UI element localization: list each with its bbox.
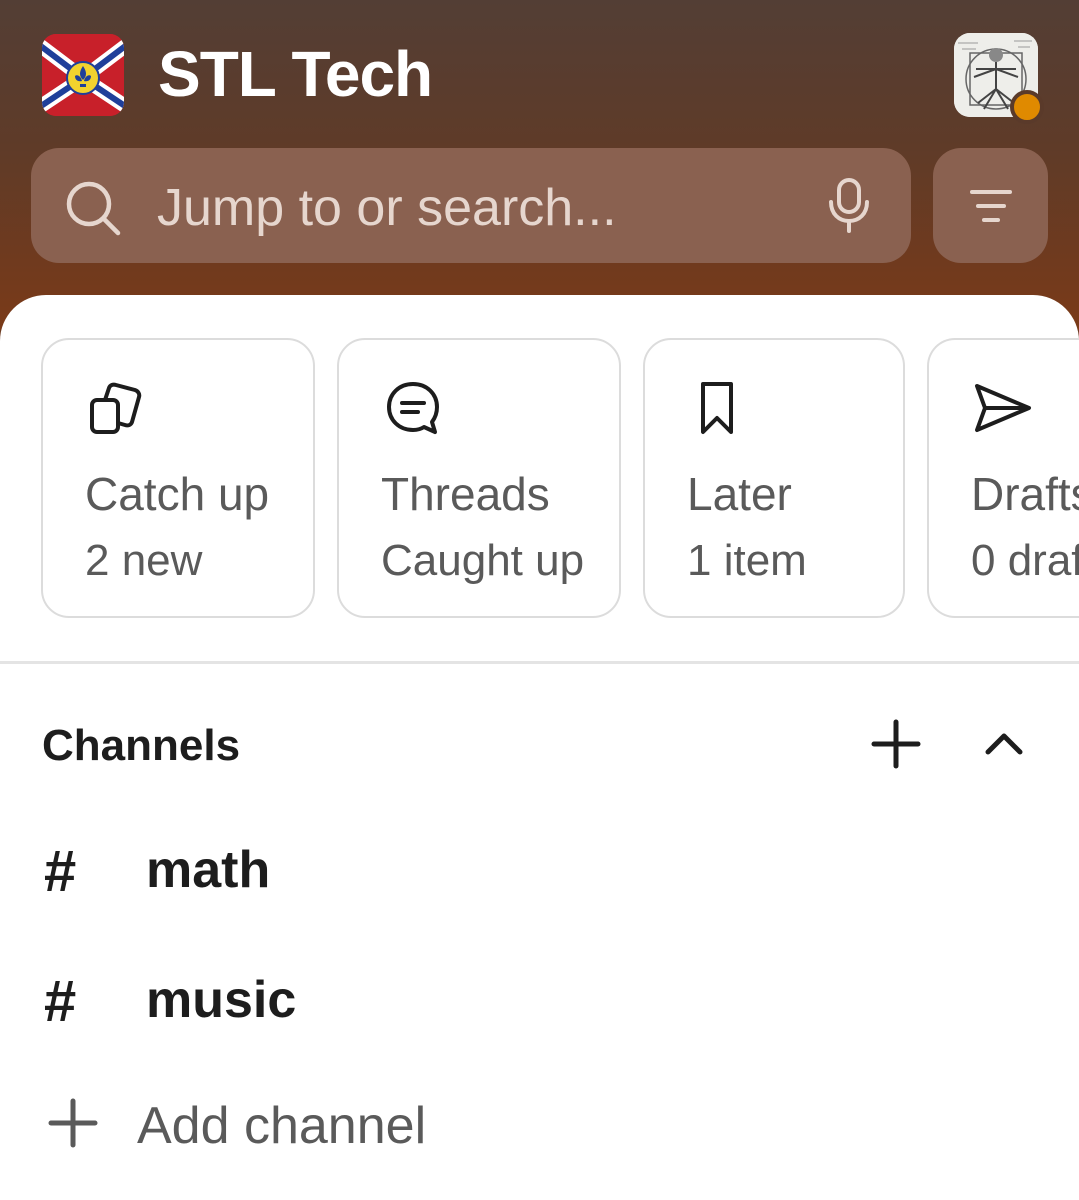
send-icon [973, 380, 1033, 443]
bookmark-icon [689, 380, 749, 443]
microphone-icon[interactable] [826, 178, 872, 239]
search-placeholder[interactable]: Jump to or search... [157, 175, 617, 241]
section-divider [0, 661, 1079, 664]
filter-button[interactable] [933, 148, 1048, 263]
workspace-logo[interactable] [42, 34, 124, 116]
thread-bubble-icon [383, 380, 443, 443]
search-icon [64, 179, 122, 242]
threads-card[interactable]: Threads Caught up [337, 338, 621, 618]
card-subtitle: Caught up [381, 536, 585, 585]
add-channel-plus-icon[interactable] [868, 716, 924, 772]
later-card[interactable]: Later 1 item [643, 338, 905, 618]
channels-header[interactable]: Channels [42, 716, 240, 776]
st-louis-flag-icon [42, 34, 124, 116]
card-title: Catch up [85, 468, 270, 520]
channel-item-music[interactable]: # music [0, 938, 1079, 1048]
card-subtitle: 0 drafts [971, 536, 1079, 585]
card-title: Threads [381, 468, 550, 520]
chevron-up-icon[interactable] [978, 718, 1030, 770]
filter-lines-icon [970, 190, 1012, 222]
drafts-card[interactable]: Drafts 0 drafts [927, 338, 1079, 618]
stacked-cards-icon [87, 380, 147, 441]
plus-icon[interactable] [48, 1098, 98, 1153]
channel-hash-icon: # [44, 969, 77, 1034]
workspace-name[interactable]: STL Tech [158, 34, 433, 114]
presence-status-dot [1010, 90, 1044, 124]
card-subtitle: 1 item [687, 536, 807, 585]
card-subtitle: 2 new [85, 536, 203, 585]
channel-name: math [146, 841, 271, 899]
channel-name: music [146, 971, 297, 1029]
channel-item-math[interactable]: # math [0, 810, 1079, 920]
card-title: Drafts [971, 468, 1079, 520]
channel-hash-icon: # [44, 839, 77, 904]
add-channel-button[interactable]: Add channel [137, 1094, 426, 1158]
catch-up-card[interactable]: Catch up 2 new [41, 338, 315, 618]
card-title: Later [687, 468, 792, 520]
